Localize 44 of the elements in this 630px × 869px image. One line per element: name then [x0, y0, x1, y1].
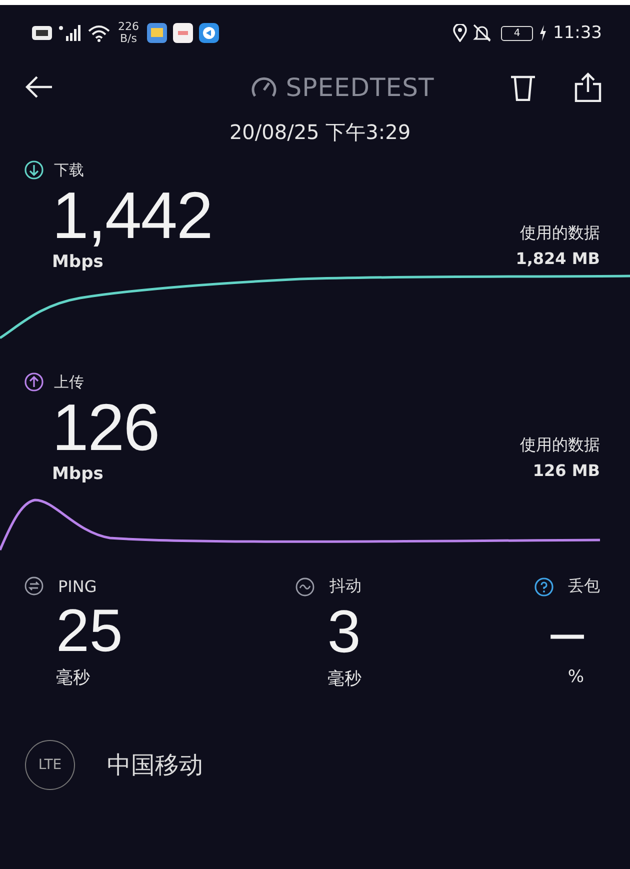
carrier-name: 中国移动: [107, 750, 203, 781]
metric-unit: %: [568, 667, 585, 687]
speed-label: 上传: [54, 372, 84, 392]
upload-icon: [24, 372, 44, 392]
metric-value: 3: [326, 597, 362, 667]
gauge-icon: [250, 75, 278, 99]
data-used-label: 使用的数据: [519, 222, 600, 244]
bell-off-icon: [473, 24, 491, 42]
metric-value: 25: [55, 596, 123, 666]
back-arrow-icon[interactable]: [24, 75, 54, 99]
speed-label: 下载: [54, 160, 84, 180]
metric-unit: 毫秒: [55, 667, 91, 689]
location-icon: [453, 24, 467, 42]
speed-unit: Mbps: [52, 464, 104, 484]
metric-label: 丢包: [568, 576, 600, 597]
app-icon[interactable]: [147, 23, 167, 43]
test-date: 20/08/25 下午3:29: [228, 119, 412, 146]
battery-level: 4: [514, 28, 520, 38]
share-icon[interactable]: [574, 72, 602, 102]
app-title: SPEEDTEST: [286, 72, 434, 102]
signal-icon: [58, 24, 82, 42]
download-icon: [24, 160, 44, 180]
speed-unit: Mbps: [52, 252, 104, 272]
data-used-value: 126 MB: [532, 460, 600, 482]
speed-value: 1,442: [52, 180, 212, 250]
speed-value: 126: [52, 392, 160, 462]
net-speed-unit: B/s: [120, 33, 137, 45]
metric-value: –: [550, 597, 585, 667]
metric-label: PING: [58, 576, 97, 596]
trash-icon[interactable]: [510, 73, 536, 101]
metric-unit: 毫秒: [326, 668, 362, 690]
metric-label: 抖动: [329, 576, 362, 597]
charging-icon: [539, 25, 547, 41]
net-speed-value: 226: [118, 21, 139, 33]
ping-icon: [24, 576, 44, 596]
help-icon: [534, 576, 554, 596]
app-icon[interactable]: [173, 23, 193, 43]
network-type-badge: LTE: [25, 740, 75, 790]
data-used-label: 使用的数据: [520, 434, 600, 456]
data-used-value: 1,824 MB: [516, 248, 600, 270]
wifi-icon: [88, 24, 110, 42]
clock-time: 11:33: [553, 23, 602, 43]
wave-icon: [295, 576, 316, 596]
app-icon[interactable]: [199, 23, 219, 43]
